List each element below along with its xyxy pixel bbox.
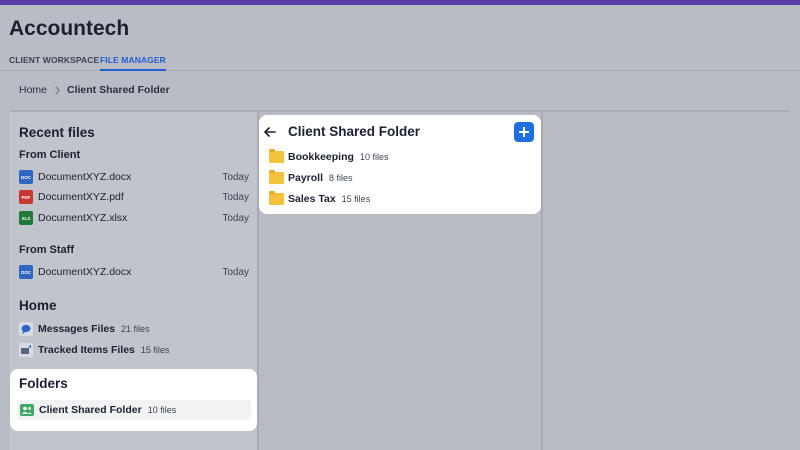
shared-folder-icon bbox=[20, 404, 34, 416]
tab-bar: CLIENT WORKSPACE FILE MANAGER bbox=[0, 52, 800, 71]
file-row[interactable]: PDF DocumentXYZ.pdf Today bbox=[19, 189, 249, 205]
file-name: DocumentXYZ.docx bbox=[38, 171, 132, 183]
file-name: DocumentXYZ.xlsx bbox=[38, 212, 128, 224]
app-title: Accountech bbox=[9, 17, 130, 40]
file-row[interactable]: DOC DocumentXYZ.docx Today bbox=[19, 264, 249, 280]
detail-column bbox=[543, 112, 790, 450]
file-count: 8 files bbox=[329, 173, 353, 183]
from-staff-title: From Staff bbox=[19, 244, 74, 256]
file-count: 21 files bbox=[121, 324, 150, 334]
home-item-label: Messages Files bbox=[38, 323, 116, 335]
folder-panel-title: Client Shared Folder bbox=[288, 124, 421, 139]
recent-files-title: Recent files bbox=[19, 125, 95, 140]
file-count: 10 files bbox=[359, 152, 389, 162]
subfolder-name: Payroll bbox=[288, 172, 324, 184]
doc-file-icon: DOC bbox=[19, 170, 33, 184]
subfolder-bookkeeping[interactable]: Bookkeeping 10 files bbox=[269, 149, 388, 165]
doc-file-icon: DOC bbox=[19, 265, 33, 279]
folder-icon bbox=[269, 149, 284, 163]
file-row[interactable]: DOC DocumentXYZ.docx Today bbox=[19, 169, 249, 185]
home-item-messages[interactable]: Messages Files 21 files bbox=[19, 321, 249, 337]
file-count: 15 files bbox=[140, 345, 170, 355]
file-row[interactable]: XLS DocumentXYZ.xlsx Today bbox=[19, 210, 249, 226]
chat-bubble-icon bbox=[19, 322, 33, 336]
folder-icon bbox=[269, 191, 284, 205]
tab-file-manager[interactable]: FILE MANAGER bbox=[100, 55, 166, 71]
breadcrumb-home[interactable]: Home bbox=[19, 84, 47, 96]
chevron-right-icon bbox=[55, 86, 61, 94]
folders-card: Folders Client Shared Folder 10 files bbox=[10, 369, 257, 431]
file-date: Today bbox=[222, 266, 249, 278]
file-name: DocumentXYZ.pdf bbox=[38, 191, 124, 203]
file-date: Today bbox=[222, 191, 249, 203]
folders-title: Folders bbox=[19, 376, 68, 391]
file-count: 10 files bbox=[147, 405, 177, 415]
breadcrumb: Home Client Shared Folder bbox=[19, 84, 170, 96]
top-accent-bar bbox=[0, 0, 800, 5]
tab-client-workspace[interactable]: CLIENT WORKSPACE bbox=[9, 55, 99, 65]
file-date: Today bbox=[222, 171, 249, 183]
pdf-file-icon: PDF bbox=[19, 190, 33, 204]
file-name: DocumentXYZ.docx bbox=[38, 266, 132, 278]
folder-name: Client Shared Folder bbox=[39, 404, 142, 416]
file-date: Today bbox=[222, 212, 249, 224]
home-item-tracked[interactable]: Tracked Items Files 15 files bbox=[19, 342, 249, 358]
breadcrumb-current: Client Shared Folder bbox=[67, 84, 170, 96]
subfolder-name: Bookkeeping bbox=[288, 151, 354, 163]
add-button[interactable] bbox=[514, 122, 534, 142]
subfolder-name: Sales Tax bbox=[288, 193, 336, 205]
file-count: 15 files bbox=[341, 194, 371, 204]
tracked-items-icon bbox=[19, 343, 33, 357]
back-arrow-icon[interactable] bbox=[263, 125, 277, 139]
home-section-title: Home bbox=[19, 298, 57, 313]
home-item-label: Tracked Items Files bbox=[38, 344, 135, 356]
folder-icon bbox=[269, 170, 284, 184]
folder-item-client-shared[interactable]: Client Shared Folder 10 files bbox=[17, 400, 251, 420]
subfolder-payroll[interactable]: Payroll 8 files bbox=[269, 170, 353, 186]
client-shared-folder-card: Client Shared Folder Bookkeeping 10 file… bbox=[259, 115, 541, 214]
xls-file-icon: XLS bbox=[19, 211, 33, 225]
subfolder-sales-tax[interactable]: Sales Tax 15 files bbox=[269, 191, 370, 207]
from-client-title: From Client bbox=[19, 149, 81, 161]
